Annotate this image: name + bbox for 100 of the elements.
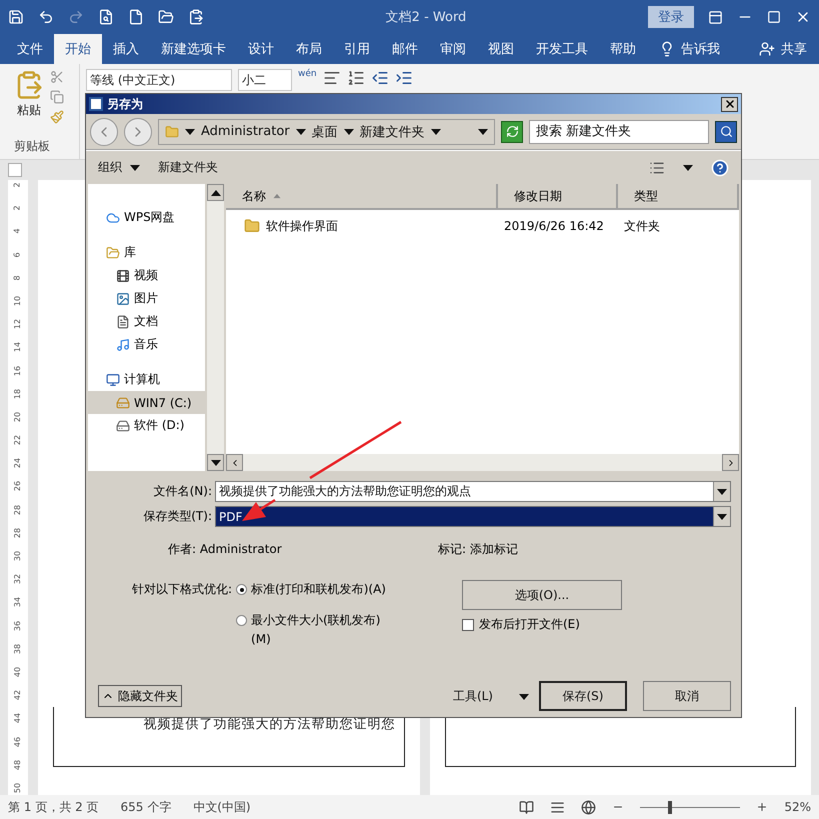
- ribbon-tab[interactable]: 布局: [285, 34, 333, 64]
- refresh-button[interactable]: [501, 120, 523, 142]
- print-preview-icon[interactable]: [98, 9, 114, 25]
- ruler-number: 24: [13, 458, 23, 468]
- ribbon-tab[interactable]: 插入: [102, 34, 150, 64]
- ruler-number: 14: [13, 342, 23, 352]
- cancel-button[interactable]: 取消: [643, 681, 731, 711]
- scissors-icon: [50, 70, 64, 84]
- radio-button[interactable]: [236, 615, 248, 626]
- column-header[interactable]: 类型: [618, 184, 739, 210]
- breadcrumb[interactable]: Administrator: [201, 124, 290, 139]
- share-button[interactable]: 共享: [753, 34, 813, 64]
- search-field[interactable]: 搜索 新建文件夹: [529, 120, 709, 144]
- nav-item[interactable]: 库: [88, 241, 205, 264]
- ribbon-display-icon[interactable]: [708, 10, 723, 24]
- save-button[interactable]: 保存(S): [539, 681, 627, 711]
- caret-icon: [519, 694, 529, 700]
- save-icon[interactable]: [8, 9, 24, 25]
- search-button[interactable]: [715, 120, 737, 142]
- font-size-field[interactable]: 小二: [238, 69, 292, 91]
- ribbon-tab[interactable]: 设计: [237, 34, 285, 64]
- file-date: 2019/6/26 16:42: [503, 219, 605, 233]
- checkbox[interactable]: [462, 618, 474, 630]
- close-button[interactable]: [721, 96, 738, 112]
- checkbox-option[interactable]: 发布后打开文件(E): [462, 616, 622, 633]
- organize-button[interactable]: 组织: [98, 159, 140, 176]
- close-icon: [724, 98, 736, 110]
- address-bar[interactable]: Administrator 桌面 新建文件夹: [158, 118, 495, 144]
- phonetic-guide-button[interactable]: wén: [298, 69, 317, 79]
- undo-icon[interactable]: [38, 9, 54, 25]
- new-document-icon[interactable]: [128, 9, 144, 25]
- file-row[interactable]: 软件操作界面 2019/6/26 16:42 文件夹: [226, 210, 739, 242]
- field-label: 保存类型(T):: [142, 508, 212, 525]
- field-label: 文件名(N):: [152, 483, 212, 500]
- nav-item[interactable]: 音乐: [88, 333, 205, 356]
- nav-item[interactable]: 计算机: [88, 368, 205, 391]
- column-header[interactable]: 修改日期: [498, 184, 618, 210]
- app-icon: [89, 97, 103, 111]
- file-type: 文件夹: [623, 218, 661, 234]
- radio-option[interactable]: 最小文件大小(联机发布)(M): [236, 611, 386, 649]
- new-folder-button[interactable]: 新建文件夹: [158, 159, 218, 176]
- scroll-up-button[interactable]: [207, 184, 224, 201]
- hide-folders-button[interactable]: 隐藏文件夹: [98, 685, 182, 707]
- nav-item[interactable]: WPS网盘: [88, 206, 205, 229]
- ribbon-tab[interactable]: 引用: [333, 34, 381, 64]
- ruler-number: 42: [13, 690, 23, 700]
- caret-icon[interactable]: [296, 128, 306, 134]
- file-name: 软件操作界面: [266, 218, 338, 234]
- ruler-number: 22: [13, 434, 23, 446]
- maximize-icon[interactable]: [766, 10, 781, 24]
- nav-item[interactable]: 文档: [88, 310, 205, 333]
- file-type-dropdown[interactable]: PDF: [215, 506, 731, 527]
- print-layout-icon: [550, 800, 566, 814]
- view-list-icon: [649, 160, 665, 176]
- ruler-number: 46: [13, 736, 23, 747]
- ribbon-tab[interactable]: 开发工具: [525, 34, 599, 64]
- help-icon: [711, 158, 729, 176]
- word-count: 655 个字: [120, 798, 172, 816]
- ribbon-tab[interactable]: 开始: [54, 34, 102, 64]
- breadcrumb[interactable]: 新建文件夹: [360, 122, 425, 140]
- scrollbar[interactable]: [207, 184, 224, 471]
- picture-icon: [116, 292, 130, 306]
- nav-item[interactable]: 软件 (D:): [88, 414, 205, 437]
- column-header[interactable]: 名称: [226, 184, 498, 210]
- caret-icon[interactable]: [430, 128, 441, 134]
- paste-button[interactable]: 粘贴: [14, 70, 44, 124]
- ribbon-tab[interactable]: 审阅: [429, 34, 477, 64]
- ruler-number: 50: [13, 782, 23, 793]
- ribbon-tab[interactable]: 邮件: [381, 34, 429, 64]
- scroll-down-button[interactable]: [207, 454, 224, 471]
- login-button[interactable]: 登录: [648, 6, 694, 28]
- zoom-thumb[interactable]: [668, 800, 672, 814]
- caret-icon[interactable]: [478, 129, 488, 135]
- caret-icon[interactable]: [683, 164, 693, 170]
- tools-button[interactable]: 工具(L): [452, 688, 529, 704]
- ruler-number: 48: [13, 760, 23, 770]
- ruler-number: 10: [13, 296, 23, 306]
- nav-item[interactable]: 视频: [88, 264, 205, 287]
- folder-icon: [165, 124, 179, 138]
- tell-me-button[interactable]: 告诉我: [653, 34, 726, 64]
- dropdown-button[interactable]: [713, 482, 730, 501]
- options-button[interactable]: 选项(O)...: [462, 580, 622, 610]
- open-folder-icon[interactable]: [158, 9, 174, 25]
- file-name-field[interactable]: 视频提供了功能强大的方法帮助您证明您的观点: [215, 481, 731, 502]
- ribbon-tab[interactable]: 文件: [6, 34, 54, 64]
- folder-icon: [244, 218, 260, 234]
- nav-item[interactable]: 图片: [88, 287, 205, 310]
- nav-item[interactable]: WIN7 (C:): [88, 391, 205, 414]
- caret-icon[interactable]: [344, 128, 354, 134]
- ribbon-tab[interactable]: 视图: [477, 34, 525, 64]
- bullet-list-icon: [322, 69, 341, 87]
- clipboard-icon[interactable]: [188, 9, 204, 25]
- ribbon-tab[interactable]: 帮助: [599, 34, 647, 64]
- radio-button[interactable]: [236, 584, 248, 595]
- radio-option[interactable]: 标准(打印和联机发布)(A): [236, 580, 386, 599]
- dropdown-button[interactable]: [713, 507, 730, 526]
- caret-icon[interactable]: [185, 128, 195, 134]
- ribbon-tab[interactable]: 新建选项卡: [150, 34, 237, 64]
- font-name-field[interactable]: 等线 (中文正文): [86, 69, 232, 91]
- breadcrumb[interactable]: 桌面: [312, 122, 338, 140]
